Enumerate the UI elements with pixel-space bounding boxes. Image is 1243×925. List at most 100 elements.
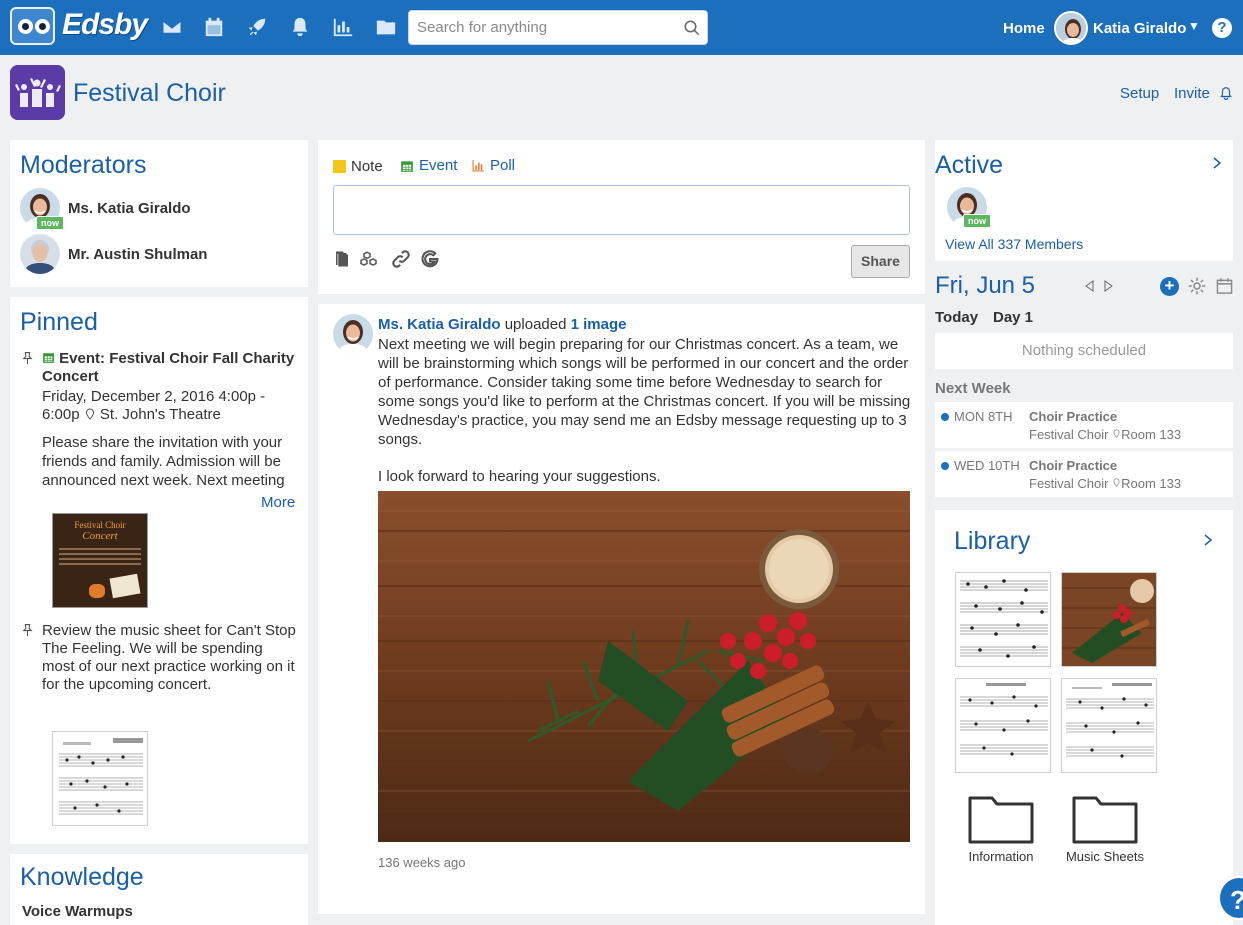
attachment-link[interactable]: 1 image [571, 316, 627, 333]
library-title: Library [954, 527, 1031, 555]
search-icon[interactable] [683, 19, 701, 37]
post-image[interactable] [378, 491, 910, 842]
location-icon [85, 408, 94, 420]
group-icon [10, 65, 65, 120]
moderator-name[interactable]: Mr. Austin Shulman [68, 246, 207, 263]
pinned-event[interactable]: Event: Festival Choir Fall Charity Conce… [42, 350, 297, 386]
home-link[interactable]: Home [1003, 20, 1045, 37]
calendar-event[interactable]: MON 8TH Choir Practice Festival Choir Ro… [935, 402, 1233, 448]
folder-icon[interactable] [1072, 792, 1138, 849]
setup-link[interactable]: Setup [1120, 85, 1159, 102]
event-room: Room 133 [1121, 427, 1182, 442]
bell-icon[interactable] [289, 16, 311, 38]
note-icon [333, 160, 346, 173]
folder-label[interactable]: Information [955, 849, 1047, 864]
post-header: Ms. Katia Giraldo uploaded 1 image [378, 316, 626, 333]
concert-poster-thumbnail[interactable]: Festival Choir Concert [52, 513, 148, 608]
library-thumbnail[interactable] [1061, 572, 1157, 667]
post-card: Ms. Katia Giraldo uploaded 1 image Next … [318, 304, 925, 914]
avatar[interactable] [20, 234, 60, 274]
location-icon [1113, 478, 1120, 487]
event-dot [941, 413, 949, 421]
calendar-icon [401, 160, 413, 172]
pinned-note[interactable]: Review the music sheet for Can't Stop Th… [42, 622, 297, 694]
add-event-icon[interactable]: + [1160, 277, 1179, 296]
user-name[interactable]: Katia Giraldo [1093, 20, 1186, 37]
google-icon[interactable] [420, 249, 440, 269]
avatar[interactable] [333, 314, 373, 354]
pin-icon[interactable] [21, 623, 34, 637]
event-group: Festival Choir [1029, 476, 1109, 491]
user-avatar[interactable] [1054, 11, 1088, 45]
calendar-event[interactable]: WED 10TH Choir Practice Festival Choir R… [935, 451, 1233, 497]
calendar-icon[interactable] [203, 16, 225, 38]
poster-subtitle: Concert [82, 530, 118, 542]
library-thumbnail[interactable] [1061, 678, 1157, 773]
library-thumbnail[interactable] [955, 678, 1051, 773]
tab-note-label: Note [351, 158, 383, 175]
knowledge-item[interactable]: Voice Warmups [22, 903, 133, 920]
edsby-logo-icon[interactable] [10, 7, 55, 45]
chevron-right-icon[interactable] [1211, 156, 1223, 170]
chart-icon[interactable] [332, 16, 354, 38]
event-details: Friday, December 2, 2016 4:00p - 6:00p S… [42, 388, 297, 424]
day-cycle-label: Day 1 [993, 309, 1034, 326]
bell-outline-icon[interactable] [1219, 85, 1233, 101]
moderator-name[interactable]: Ms. Katia Giraldo [68, 200, 191, 217]
search-input[interactable] [409, 11, 669, 44]
event-calendar-icon [43, 353, 54, 363]
post-timestamp: 136 weeks ago [378, 855, 466, 870]
post-closing: I look forward to hearing your suggestio… [378, 468, 661, 485]
link-icon[interactable] [391, 249, 411, 269]
event-title: Choir Practice [1029, 409, 1118, 424]
knowledge-title: Knowledge [20, 863, 144, 891]
next-week-label: Next Week [935, 380, 1011, 397]
event-day: WED 10TH [954, 458, 1020, 473]
tab-note[interactable]: Note [333, 158, 383, 175]
post-verb: uploaded [504, 316, 567, 333]
chevron-right-icon[interactable] [1202, 533, 1214, 547]
folder-label[interactable]: Music Sheets [1059, 849, 1151, 864]
next-day-icon[interactable] [1102, 279, 1114, 293]
gear-icon[interactable] [1188, 277, 1206, 295]
post-author-link[interactable]: Ms. Katia Giraldo [378, 316, 501, 333]
tab-poll[interactable]: Poll [472, 157, 515, 174]
pinned-panel: Pinned Event: Festival Choir Fall Charit… [10, 297, 308, 844]
tab-event-label: Event [419, 157, 458, 174]
rocket-icon[interactable] [246, 16, 268, 38]
library-panel: Library Information Music Sheets [935, 510, 1233, 925]
calendar-outline-icon[interactable] [1216, 277, 1233, 295]
post-textarea[interactable] [333, 185, 910, 235]
chevron-down-icon[interactable]: ▼ [1188, 19, 1200, 33]
event-prefix: Event: [59, 350, 106, 367]
pin-icon[interactable] [21, 351, 34, 365]
folder-icon[interactable] [375, 16, 397, 38]
music-sheet-thumbnail[interactable] [52, 731, 148, 826]
library-thumbnail[interactable] [955, 572, 1051, 667]
poster-title: Festival Choir [74, 520, 126, 530]
mail-icon[interactable] [161, 16, 183, 38]
cubes-icon[interactable] [360, 250, 380, 268]
app-logo-text[interactable]: Edsby [62, 8, 148, 42]
invite-link[interactable]: Invite [1174, 85, 1210, 102]
search-box[interactable] [408, 10, 708, 45]
tab-event[interactable]: Event [400, 157, 457, 174]
copy-icon[interactable] [333, 249, 351, 269]
location-icon [1113, 429, 1120, 438]
post-body: Next meeting we will begin preparing for… [378, 336, 911, 448]
share-button[interactable]: Share [851, 245, 910, 278]
tab-poll-label: Poll [490, 157, 516, 174]
active-panel: Active now View All 337 Members [935, 140, 1233, 261]
event-location: Festival Choir Room 133 [1029, 427, 1181, 442]
folder-icon[interactable] [968, 792, 1034, 849]
prev-day-icon[interactable] [1084, 279, 1096, 293]
event-where: St. John's Theatre [99, 406, 221, 423]
moderators-panel: Moderators now Ms. Katia Giraldo Mr. Aus… [10, 140, 308, 287]
more-link[interactable]: More [261, 494, 295, 511]
moderators-title: Moderators [20, 151, 147, 179]
event-location: Festival Choir Room 133 [1029, 476, 1181, 491]
event-title: Choir Practice [1029, 458, 1118, 473]
calendar-panel: Fri, Jun 5 + Today Day 1 Nothing schedul… [935, 271, 1233, 501]
help-icon[interactable]: ? [1212, 18, 1232, 38]
view-all-members-link[interactable]: View All 337 Members [945, 236, 1083, 252]
